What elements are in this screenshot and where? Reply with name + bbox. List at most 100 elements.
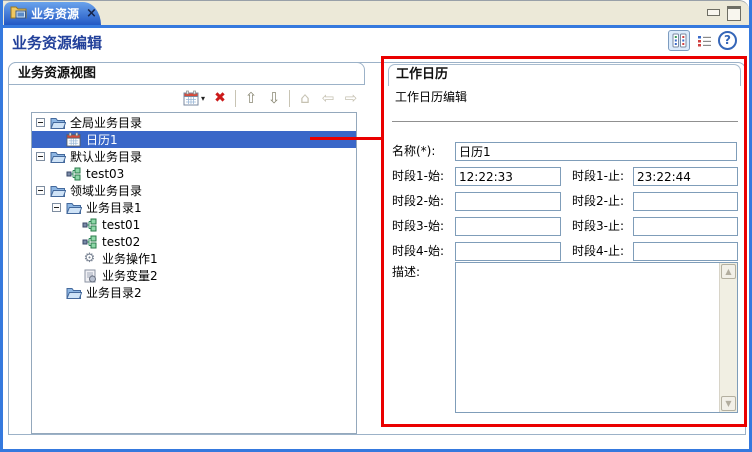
period-3-end-input[interactable]	[633, 217, 738, 236]
move-up-button[interactable]: ⇧	[243, 89, 259, 107]
columns-layout-icon	[672, 33, 687, 48]
gear-icon: ⚙	[81, 251, 98, 266]
business-resource-folder-icon	[10, 4, 27, 23]
period-1-end-input[interactable]	[633, 167, 738, 186]
tree-item[interactable]: ⚙ 业务操作1	[32, 250, 356, 267]
period-4-start-input[interactable]	[455, 242, 561, 261]
tree-expander-icon[interactable]	[52, 203, 61, 212]
dropdown-arrow-icon[interactable]: ▾	[201, 94, 205, 103]
period-row: 时段3-始:时段3-止:	[392, 217, 738, 236]
scrollbar[interactable]: ▲ ▼	[719, 263, 737, 412]
maximize-icon[interactable]	[727, 6, 741, 21]
page-title: 业务资源编辑	[12, 32, 102, 53]
tree-item-label: 领域业务目录	[70, 182, 146, 199]
variable-icon	[81, 268, 98, 283]
component-icon	[65, 166, 82, 181]
period-3-start-label: 时段3-始:	[392, 217, 444, 236]
scroll-down-icon[interactable]: ▼	[721, 396, 736, 411]
tree-item-label: 默认业务目录	[70, 148, 146, 165]
move-down-button[interactable]: ⇩	[266, 89, 282, 107]
tree-toolbar: ▾ ✖ ⇧ ⇩ ⌂ ⇦ ⇨	[9, 87, 359, 109]
tree-item-label: 业务操作1	[102, 250, 162, 267]
left-panel-title: 业务资源视图	[18, 66, 96, 81]
period-3-start-input[interactable]	[455, 217, 561, 236]
period-1-start-input[interactable]	[455, 167, 561, 186]
tree-item-label: 业务目录1	[86, 199, 146, 216]
list-layout-icon	[697, 34, 712, 48]
calendar-icon	[183, 90, 199, 106]
tab-close-icon[interactable]: ×	[86, 7, 97, 20]
minimize-icon[interactable]	[707, 9, 720, 16]
tree-item-label: test01	[102, 218, 144, 232]
window-border	[0, 0, 3, 452]
period-4-end-input[interactable]	[633, 242, 738, 261]
folder-open-icon	[49, 183, 66, 198]
tree-item-label: 业务变量2	[102, 267, 162, 284]
folder-open-icon	[49, 149, 66, 164]
tab-business-resource[interactable]: 业务资源 ×	[4, 2, 101, 25]
toolbar-separator	[235, 90, 236, 107]
component-icon	[81, 217, 98, 232]
tree-item[interactable]: 领域业务目录	[32, 182, 356, 199]
view-stack-controls	[707, 6, 741, 21]
layout-columns-button[interactable]	[668, 30, 690, 51]
editor-tab-bar: 业务资源 ×	[3, 0, 749, 25]
folder-open-icon	[65, 285, 82, 300]
folder-open-icon	[65, 200, 82, 215]
form-header: 工作日历	[388, 64, 741, 86]
tab-label: 业务资源	[31, 5, 79, 22]
form-subtitle: 工作日历编辑	[395, 88, 467, 105]
period-row: 时段1-始: 时段1-止:	[392, 167, 738, 186]
tree-item-label: 全局业务目录	[70, 114, 146, 131]
tree-item-label: 业务目录2	[86, 284, 146, 301]
layout-list-button[interactable]	[695, 33, 713, 49]
tree-item[interactable]: 默认业务目录	[32, 148, 356, 165]
period-1-start-label: 时段1-始:	[392, 167, 444, 186]
period-2-end-label: 时段2-止:	[572, 192, 624, 211]
tree-expander-icon[interactable]	[36, 118, 45, 127]
tree-item[interactable]: 业务目录1	[32, 199, 356, 216]
form-title: 工作日历	[396, 67, 448, 82]
new-calendar-button[interactable]	[183, 89, 199, 107]
component-icon	[81, 234, 98, 249]
period-1-end-label: 时段1-止:	[572, 167, 624, 186]
delete-button[interactable]: ✖	[212, 89, 228, 107]
form-separator	[392, 121, 738, 122]
description-label: 描述:	[392, 263, 420, 282]
application-window: 业务资源 × 业务资源编辑 ? 业务资源视图	[0, 0, 752, 452]
forward-button[interactable]: ⇨	[343, 89, 359, 107]
tree-item-label: test02	[102, 235, 144, 249]
tree-item[interactable]: test02	[32, 233, 356, 250]
tree-item[interactable]: test03	[32, 165, 356, 182]
period-2-start-label: 时段2-始:	[392, 192, 444, 211]
resource-tree: 全局业务目录日历1默认业务目录 test03领域业务目录业务目录1 test01 te…	[31, 112, 357, 434]
tree-expander-icon[interactable]	[36, 152, 45, 161]
tree-item[interactable]: 日历1	[32, 131, 356, 148]
folder-open-icon	[49, 115, 66, 130]
period-4-start-label: 时段4-始:	[392, 242, 444, 261]
period-4-end-label: 时段4-止:	[572, 242, 624, 261]
left-panel-header: 业务资源视图	[8, 62, 365, 85]
home-button[interactable]: ⌂	[297, 89, 313, 107]
tree-item-label: 日历1	[86, 131, 122, 148]
tree-expander-icon[interactable]	[36, 186, 45, 195]
tab-underline	[0, 25, 752, 28]
period-2-start-input[interactable]	[455, 192, 561, 211]
tree-item[interactable]: 全局业务目录	[32, 114, 356, 131]
name-input[interactable]	[455, 142, 737, 161]
tree-item[interactable]: 业务变量2	[32, 267, 356, 284]
back-button[interactable]: ⇦	[320, 89, 336, 107]
period-row: 时段2-始: 时段2-止:	[392, 192, 738, 211]
tree-item-label: test03	[86, 167, 128, 181]
help-button[interactable]: ?	[718, 31, 737, 50]
period-row: 时段4-始: 时段4-止:	[392, 242, 738, 261]
tree-item[interactable]: test01	[32, 216, 356, 233]
tree-item[interactable]: 业务目录2	[32, 284, 356, 301]
toolbar-separator	[289, 90, 290, 107]
description-textarea[interactable]: ▲ ▼	[455, 262, 738, 413]
description-text	[458, 265, 718, 410]
period-2-end-input[interactable]	[633, 192, 738, 211]
calendar-icon	[65, 132, 82, 147]
scroll-up-icon[interactable]: ▲	[721, 264, 736, 279]
name-label: 名称(*):	[392, 142, 435, 161]
